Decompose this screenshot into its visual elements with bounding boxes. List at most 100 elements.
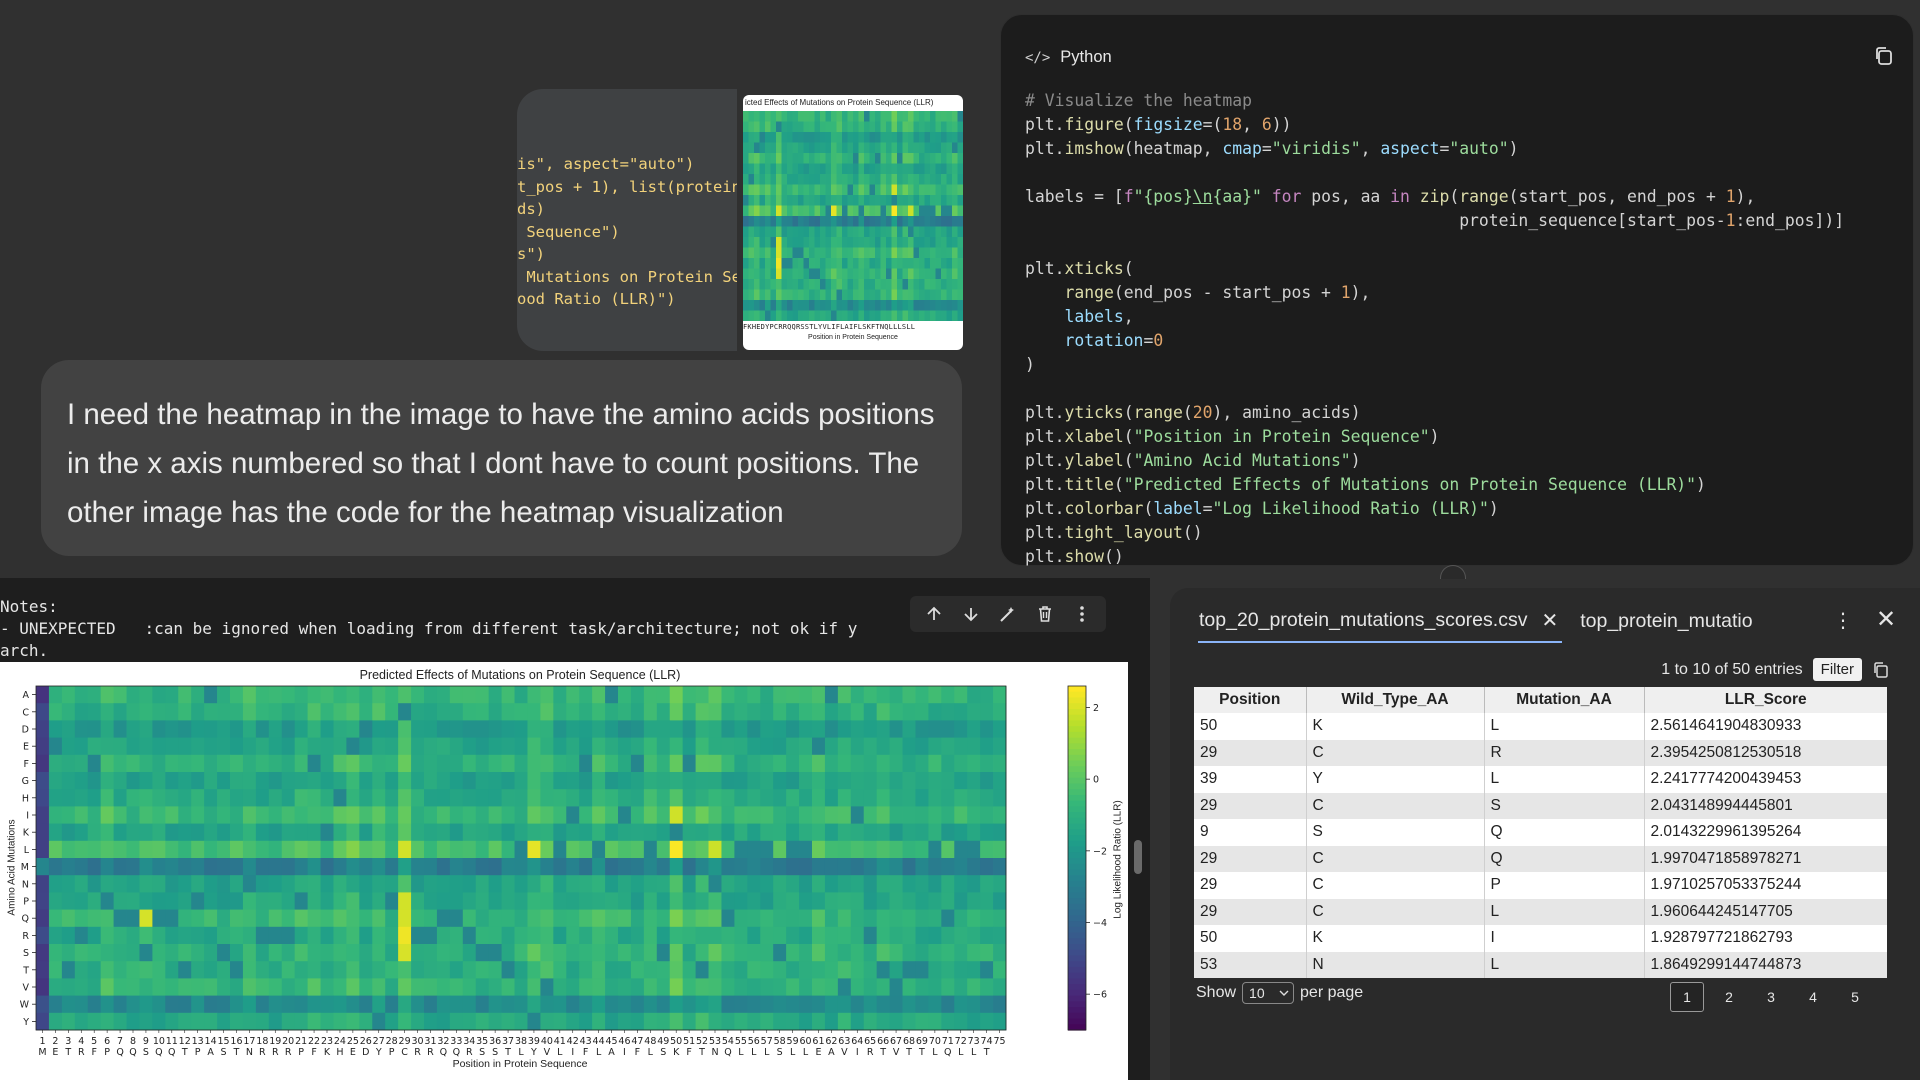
heatmap-cell xyxy=(411,909,425,928)
thumb-cell xyxy=(770,226,777,238)
table-row[interactable]: 29 C Q 1.9970471858978271 xyxy=(1194,845,1887,872)
heatmap-cell xyxy=(566,754,580,773)
table-row[interactable]: 29 C R 2.3954250812530518 xyxy=(1194,739,1887,766)
heatmap-cell xyxy=(708,720,722,738)
table-cell: K xyxy=(1306,713,1485,740)
filter-button[interactable]: Filter xyxy=(1812,658,1862,681)
edit-wand-icon[interactable] xyxy=(995,601,1021,627)
heatmap-cell xyxy=(527,978,541,996)
x-tick-position: 45 xyxy=(605,1036,617,1047)
table-row[interactable]: 29 C S 2.043148994445801 xyxy=(1194,792,1887,819)
heatmap-cell xyxy=(889,737,903,756)
thumb-cell xyxy=(864,289,870,301)
thumb-cell xyxy=(743,184,749,196)
thumb-title: icted Effects of Mutations on Protein Se… xyxy=(745,98,934,107)
heatmap-cell xyxy=(592,875,606,893)
thumb-cell xyxy=(803,132,810,143)
thumb-cell xyxy=(748,205,755,217)
heatmap-cell xyxy=(320,789,334,807)
column-header[interactable]: Wild_Type_AA xyxy=(1306,687,1485,713)
heatmap-cell xyxy=(385,961,399,979)
tab-top-protein-mutations[interactable]: top_protein_mutatio xyxy=(1580,608,1752,643)
heatmap-cell xyxy=(553,875,567,893)
heatmap-cell xyxy=(462,944,477,962)
heatmap-cell xyxy=(501,703,515,721)
heatmap-cell xyxy=(889,892,903,910)
heatmap-cell xyxy=(863,995,878,1014)
more-options-icon[interactable]: ⋮ xyxy=(1833,608,1853,633)
page-button-5[interactable]: 5 xyxy=(1838,982,1872,1012)
table-row[interactable]: 53 N L 1.8649299144744873 xyxy=(1194,951,1887,978)
heatmap-cell xyxy=(708,686,722,704)
delete-icon[interactable] xyxy=(1032,601,1058,627)
table-row[interactable]: 29 C L 1.960644245147705 xyxy=(1194,898,1887,925)
colorbar-segment xyxy=(1068,858,1086,865)
column-header[interactable]: LLR_Score xyxy=(1644,687,1887,713)
page-button-1[interactable]: 1 xyxy=(1670,982,1704,1012)
heatmap-cell xyxy=(682,840,696,859)
thumb-cell xyxy=(869,310,876,321)
heatmap-cell xyxy=(48,995,63,1014)
heatmap-cell xyxy=(824,858,839,876)
table-row[interactable]: 29 C P 1.9710257053375244 xyxy=(1194,872,1887,899)
heatmap-cell xyxy=(204,944,218,962)
thumb-cell xyxy=(935,132,942,143)
thumb-cell xyxy=(897,279,903,290)
heatmap-cell xyxy=(424,703,438,721)
table-row[interactable]: 50 K L 2.5614641904830933 xyxy=(1194,713,1887,740)
thumb-cell xyxy=(765,184,771,196)
table-row[interactable]: 50 K I 1.928797721862793 xyxy=(1194,925,1887,952)
thumb-cell xyxy=(836,310,843,321)
page-button-3[interactable]: 3 xyxy=(1754,982,1788,1012)
thumb-cell xyxy=(952,163,958,175)
close-panel-icon[interactable]: ✕ xyxy=(1876,605,1896,634)
x-tick-position: 48 xyxy=(644,1036,656,1047)
x-tick-position: 71 xyxy=(942,1036,954,1047)
attachment-code-image[interactable]: is", aspect="auto") t_pos + 1), list(pro… xyxy=(517,89,737,351)
thumb-cell xyxy=(875,174,881,185)
table-row[interactable]: 9 S Q 2.0143229961395264 xyxy=(1194,819,1887,846)
table-row[interactable]: 39 Y L 2.2417774200439453 xyxy=(1194,766,1887,793)
heatmap-cell xyxy=(204,875,218,893)
copy-icon[interactable] xyxy=(1873,45,1895,67)
x-tick-position: 18 xyxy=(256,1036,268,1047)
heatmap-cell xyxy=(74,892,89,910)
attachment-heatmap-image[interactable]: icted Effects of Mutations on Protein Se… xyxy=(743,95,963,350)
heatmap-cell xyxy=(372,806,386,824)
column-header[interactable]: Mutation_AA xyxy=(1484,687,1645,713)
copy-icon[interactable] xyxy=(1872,661,1890,679)
heatmap-cell xyxy=(242,789,257,807)
thumb-cell xyxy=(952,142,958,154)
heatmap-cell xyxy=(424,892,438,910)
heatmap-cell xyxy=(436,806,451,824)
per-page-select[interactable]: 10 xyxy=(1242,982,1295,1004)
x-tick-residue: M xyxy=(38,1047,46,1058)
colorbar-segment xyxy=(1068,754,1086,762)
heatmap-cell xyxy=(708,944,722,962)
heatmap-cell xyxy=(812,926,826,945)
move-up-icon[interactable] xyxy=(921,601,947,627)
heatmap-cell xyxy=(630,978,645,996)
thumb-cell xyxy=(792,268,799,280)
colorbar-segment xyxy=(1068,708,1086,716)
move-down-icon[interactable] xyxy=(958,601,984,627)
heatmap-cell xyxy=(501,823,515,842)
heatmap-cell xyxy=(747,737,761,756)
colorbar-segment xyxy=(1068,772,1086,779)
page-button-2[interactable]: 2 xyxy=(1712,982,1746,1012)
heatmap-cell xyxy=(87,737,102,756)
heatmap-cell xyxy=(941,909,955,928)
thumb-cell xyxy=(957,111,963,122)
page-button-4[interactable]: 4 xyxy=(1796,982,1830,1012)
notebook-scrollbar[interactable] xyxy=(1134,840,1142,874)
heatmap-cell xyxy=(385,892,399,910)
tab-top-20-scores[interactable]: top_20_protein_mutations_scores.csv ✕ xyxy=(1198,608,1563,643)
heatmap-cell xyxy=(242,995,257,1014)
close-tab-icon[interactable]: ✕ xyxy=(1541,608,1558,633)
heatmap-cell xyxy=(669,789,684,807)
thumb-cell xyxy=(902,310,909,321)
heatmap-cell xyxy=(294,892,308,910)
heatmap-cell xyxy=(540,858,554,876)
more-options-icon[interactable] xyxy=(1069,601,1095,627)
column-header[interactable]: Position xyxy=(1194,687,1307,713)
